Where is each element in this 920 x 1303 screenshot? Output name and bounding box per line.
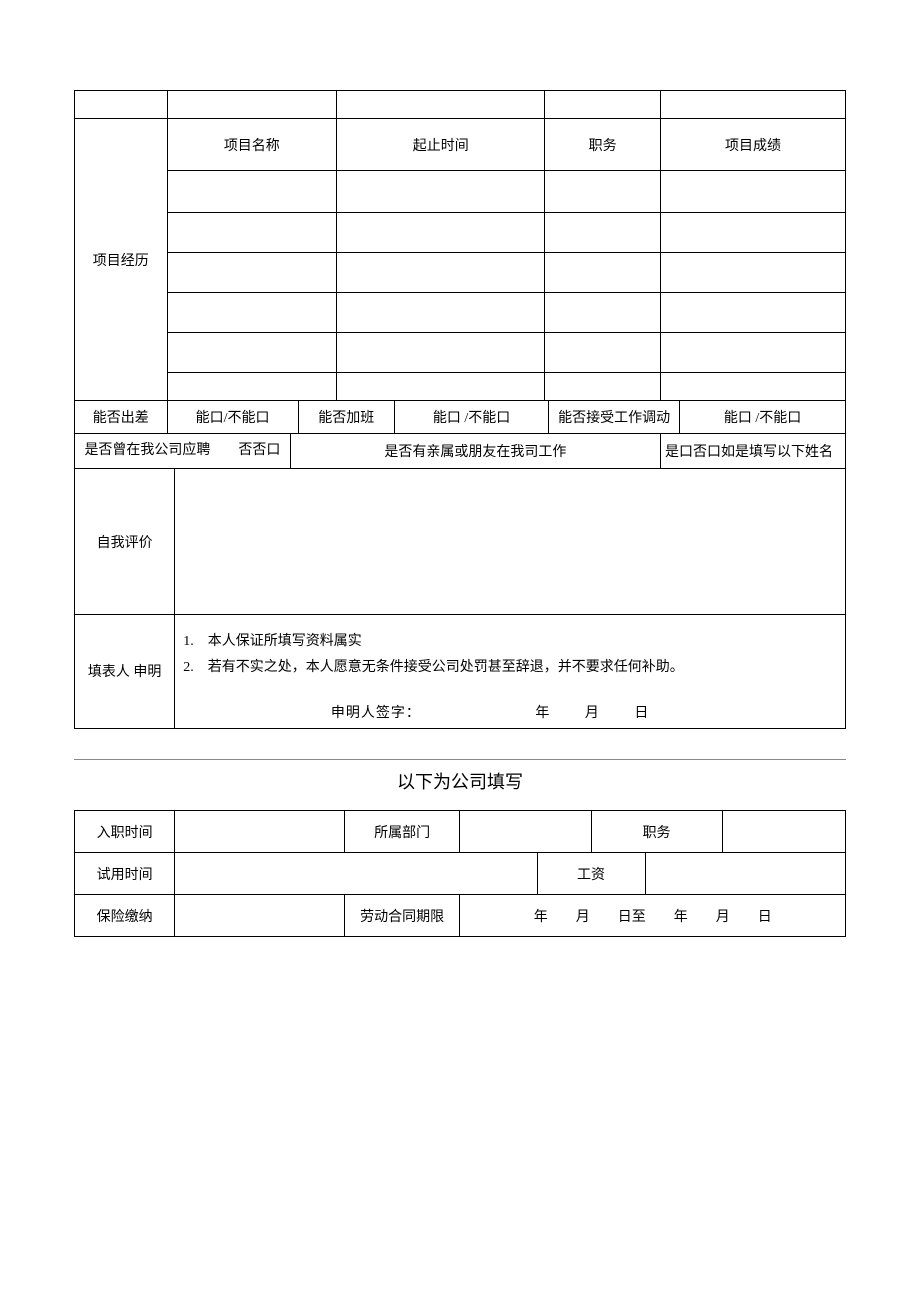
insurance-value[interactable]: [175, 895, 345, 937]
table-row: [75, 373, 846, 401]
travel-label: 能否出差: [75, 401, 168, 434]
table-row: 能否出差 能口/不能口 能否加班 能口 /不能口 能否接受工作调动 能口 /不能…: [75, 401, 846, 434]
self-declaration-table: 自我评价 填表人 申明 1. 本人保证所填写资料属实 2. 若有不实之处，本人愿…: [74, 469, 846, 729]
history-table: 是否曾在我公司应聘 否否口 是否有亲属或朋友在我司工作 是口否口如是填写以下姓名: [74, 434, 846, 469]
overtime-label: 能否加班: [298, 401, 394, 434]
declaration-body-cell: 1. 本人保证所填写资料属实 2. 若有不实之处，本人愿意无条件接受公司处罚甚至…: [175, 614, 846, 728]
transfer-value: 能口 /不能口: [680, 401, 846, 434]
position-label: 职务: [591, 811, 722, 853]
company-section-title: 以下为公司填写: [74, 768, 846, 794]
date-month: 月: [585, 706, 600, 721]
table-row: 保险缴纳 劳动合同期限 年 月 日至 年 月 日: [75, 895, 846, 937]
col-project-name: 项目名称: [167, 119, 337, 171]
relatives-label: 是否有亲属或朋友在我司工作: [290, 434, 660, 469]
declaration-line-2: 2. 若有不实之处，本人愿意无条件接受公司处罚甚至辞退，并不要求任何补助。: [183, 655, 837, 682]
date-day: 日: [634, 706, 649, 721]
self-eval-label: 自我评价: [75, 469, 175, 614]
table-row: 填表人 申明 1. 本人保证所填写资料属实 2. 若有不实之处，本人愿意无条件接…: [75, 614, 846, 728]
project-section-label: 项目经历: [75, 119, 168, 401]
table-row: 试用时间 工资: [75, 853, 846, 895]
table-row: [75, 213, 846, 253]
onboard-value[interactable]: [175, 811, 345, 853]
project-experience-table: 项目经历 项目名称 起止时间 职务 项目成绩: [74, 90, 846, 401]
declaration-section-label: 填表人 申明: [75, 614, 175, 728]
table-row: 是否曾在我公司应聘 否否口 是否有亲属或朋友在我司工作 是口否口如是填写以下姓名: [75, 434, 846, 469]
declaration-line-1: 1. 本人保证所填写资料属实: [183, 629, 837, 656]
company-fill-table: 入职时间 所属部门 职务 试用时间 工资 保险缴纳 劳动合同期限 年 月 日至 …: [74, 810, 846, 937]
table-row: [75, 91, 846, 119]
onboard-label: 入职时间: [75, 811, 175, 853]
applied-before: 是否曾在我公司应聘 否否口: [75, 434, 291, 469]
overtime-value: 能口 /不能口: [394, 401, 548, 434]
table-row: [75, 171, 846, 213]
date-year: 年: [535, 706, 550, 721]
col-project-position: 职务: [545, 119, 661, 171]
availability-table: 能否出差 能口/不能口 能否加班 能口 /不能口 能否接受工作调动 能口 /不能…: [74, 401, 846, 434]
self-eval-value[interactable]: [175, 469, 846, 614]
position-value[interactable]: [722, 811, 845, 853]
probation-label: 试用时间: [75, 853, 175, 895]
table-row: [75, 293, 846, 333]
transfer-label: 能否接受工作调动: [549, 401, 680, 434]
salary-label: 工资: [537, 853, 645, 895]
table-row: [75, 253, 846, 293]
col-project-result: 项目成绩: [660, 119, 845, 171]
table-header-row: 项目经历 项目名称 起止时间 职务 项目成绩: [75, 119, 846, 171]
table-row: 自我评价: [75, 469, 846, 614]
travel-value: 能口/不能口: [167, 401, 298, 434]
contract-label: 劳动合同期限: [344, 895, 460, 937]
salary-value[interactable]: [645, 853, 846, 895]
dept-value[interactable]: [460, 811, 591, 853]
col-project-period: 起止时间: [337, 119, 545, 171]
table-row: 入职时间 所属部门 职务: [75, 811, 846, 853]
table-row: [75, 333, 846, 373]
probation-value[interactable]: [175, 853, 537, 895]
insurance-label: 保险缴纳: [75, 895, 175, 937]
section-divider: [74, 759, 846, 760]
relatives-value: 是口否口如是填写以下姓名: [660, 434, 845, 469]
contract-value: 年 月 日至 年 月 日: [460, 895, 846, 937]
declaration-signature-line: 申明人签字： 年 月 日: [175, 696, 845, 728]
dept-label: 所属部门: [344, 811, 460, 853]
sign-label: 申明人签字：: [331, 706, 421, 721]
